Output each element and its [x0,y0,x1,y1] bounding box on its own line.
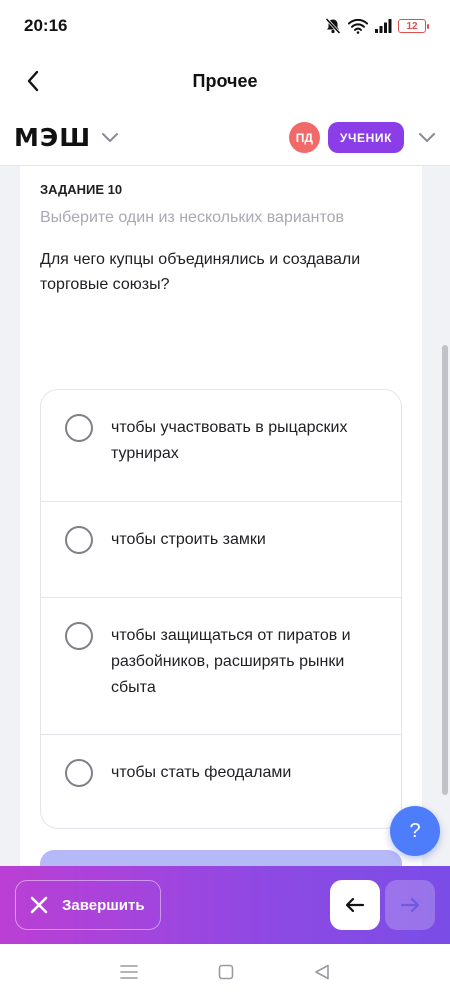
back-triangle-icon[interactable] [314,964,330,980]
answer-options: чтобы участвовать в рыцарских турнирах ч… [40,389,402,829]
finish-button[interactable]: Завершить [15,880,161,930]
answer-option[interactable]: чтобы строить замки [41,501,401,597]
task-card: ЗАДАНИЕ 10 Выберите один из нескольких в… [20,166,422,866]
answer-option[interactable]: чтобы стать феодалами [41,734,401,828]
answer-option-text: чтобы стать феодалами [111,764,292,781]
nav-bar: Прочее [0,52,450,110]
menu-icon[interactable] [120,964,138,980]
task-hint: Выберите один из нескольких вариантов [40,209,345,226]
status-bar: 20:16 12 [0,0,450,52]
app-logo: МЭШ [14,123,92,152]
bell-off-icon [324,17,342,35]
radio-button[interactable] [65,526,93,554]
radio-button[interactable] [65,622,93,650]
previous-button[interactable] [330,880,380,930]
arrow-right-icon [400,897,420,913]
system-navigation [0,944,450,1000]
back-button[interactable] [18,66,48,96]
home-icon[interactable] [218,964,234,980]
answer-option[interactable]: чтобы защищаться от пиратов и разбойнико… [41,597,401,734]
close-icon [30,896,48,914]
task-number: ЗАДАНИЕ 10 [40,182,123,197]
signal-icon [374,18,392,34]
wifi-icon [348,18,368,34]
role-badge[interactable]: УЧЕНИК [327,122,404,153]
app-header: МЭШ ПД УЧЕНИК [0,110,450,166]
answer-option-text: чтобы строить замки [111,531,266,548]
answer-option-text: чтобы участвовать в рыцарских турнирах [111,419,348,462]
answer-option[interactable]: чтобы участвовать в рыцарских турнирах [41,390,401,501]
arrow-left-icon [345,897,365,913]
page-title: Прочее [192,70,258,91]
help-button[interactable]: ? [390,806,440,856]
status-time: 20:16 [24,16,68,35]
app-switcher-toggle[interactable] [101,132,119,143]
profile-menu-toggle[interactable] [418,132,436,143]
question-text: Для чего купцы объединялись и создавали … [40,251,361,293]
chevron-down-icon [102,133,119,142]
finish-label: Завершить [62,896,145,914]
scrollbar[interactable] [442,345,448,795]
next-button[interactable] [385,880,435,930]
bottom-action-bar: Завершить [0,866,450,944]
avatar[interactable]: ПД [288,122,320,153]
chevron-left-icon [27,70,39,92]
chevron-down-icon [419,133,435,142]
answer-option-text: чтобы защищаться от пиратов и разбойнико… [111,627,351,696]
radio-button[interactable] [65,414,93,442]
battery-indicator: 12 [398,19,429,33]
status-icons: 12 [324,17,429,35]
radio-button[interactable] [65,759,93,787]
help-icon: ? [409,819,421,842]
